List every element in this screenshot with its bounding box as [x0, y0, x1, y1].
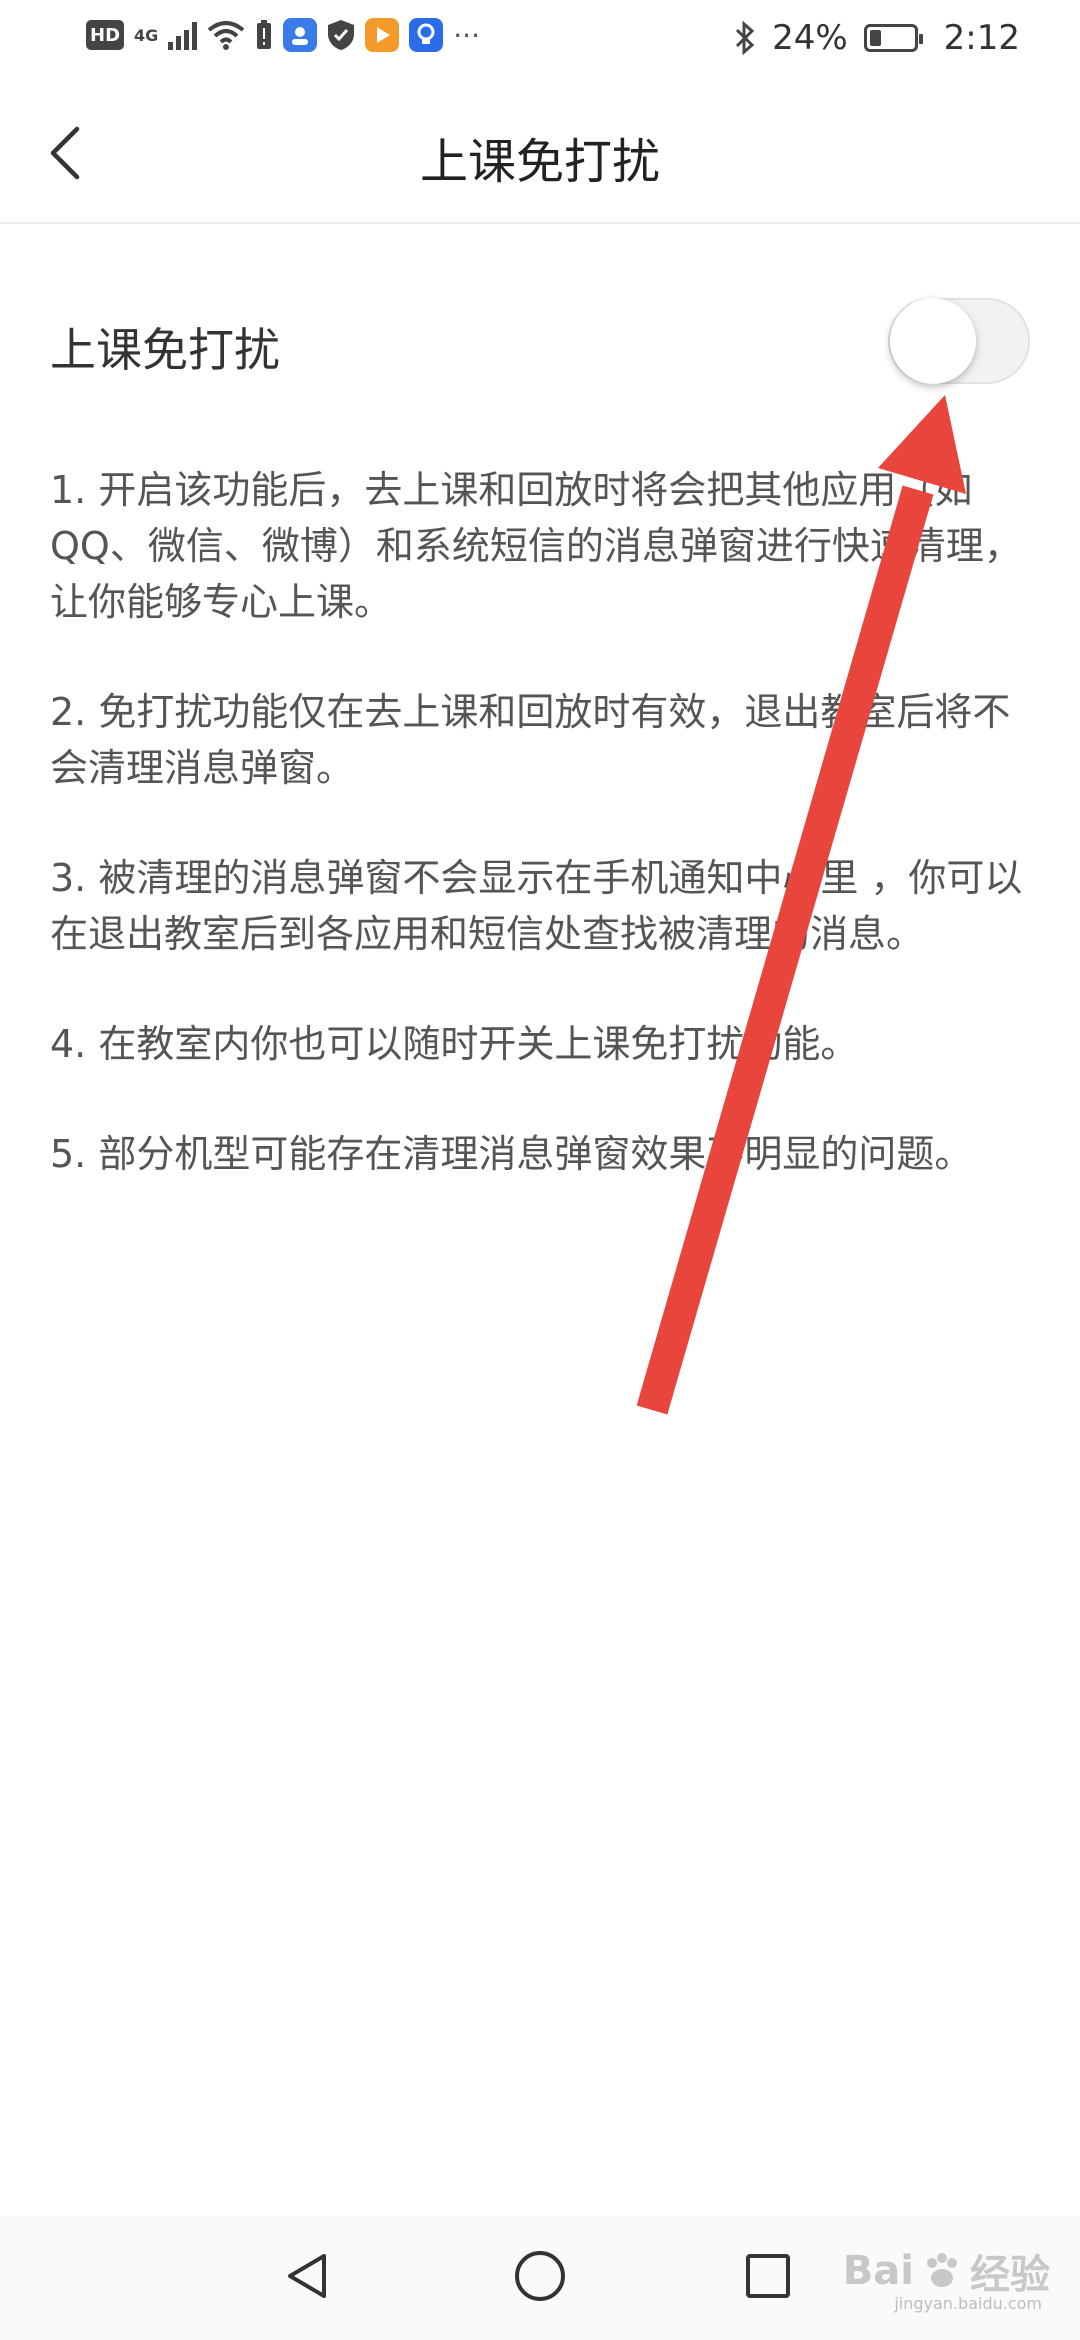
- status-bar: HD 4G ··· 24% 2:12: [0, 0, 1080, 82]
- wifi-icon: [208, 21, 245, 50]
- recents-square-icon: [746, 2254, 790, 2298]
- description-item-4: 4. 在教室内你也可以随时开关上课免打扰功能。: [50, 1022, 859, 1066]
- screen: HD 4G ··· 24% 2:12 上课免打扰 上课免打扰 1. 开启该功能后…: [0, 0, 1080, 2340]
- toggle-knob: [890, 298, 976, 384]
- page-title: 上课免打扰: [419, 134, 660, 190]
- hd-icon: HD: [86, 20, 125, 50]
- watermark-brand-cn: 经验: [970, 2252, 1050, 2298]
- app-header: 上课免打扰: [0, 82, 1080, 224]
- bluetooth-icon: [736, 21, 755, 55]
- description-item-1: 1. 开启该功能后，去上课和回放时将会把其他应用（如QQ、微信、微博）和系统短信…: [50, 468, 1022, 624]
- network-label: 4G: [134, 25, 159, 45]
- description-item-3: 3. 被清理的消息弹窗不会显示在手机通知中心里 ，你可以在退出教室后到各应用和短…: [50, 856, 1023, 956]
- setting-row-do-not-disturb: 上课免打扰: [50, 290, 1030, 398]
- nav-back-button[interactable]: [268, 2236, 348, 2316]
- video-app-icon: [365, 18, 400, 52]
- description-item-2: 2. 免打扰功能仅在去上课和回放时有效，退出教室后将不会清理消息弹窗。: [50, 690, 1011, 790]
- home-circle-icon: [515, 2251, 565, 2301]
- battery-percent: 24%: [772, 18, 848, 58]
- setting-label: 上课免打扰: [50, 323, 280, 377]
- paw-icon: [927, 2253, 957, 2287]
- app-icon-blue: [283, 18, 318, 52]
- clock: 2:12: [943, 18, 1020, 58]
- baidu-watermark: Bai 经验 jingyan.baidu.com: [842, 2242, 1050, 2313]
- battery-icon: [863, 24, 923, 52]
- lightbulb-app-icon: [409, 18, 444, 52]
- watermark-brand: Bai: [842, 2248, 914, 2294]
- nav-home-button[interactable]: [500, 2236, 580, 2316]
- battery-alert-icon: [257, 20, 272, 49]
- watermark-url: jingyan.baidu.com: [894, 2294, 1042, 2313]
- status-right: 24% 2:12: [734, 18, 1020, 58]
- do-not-disturb-toggle[interactable]: [888, 298, 1030, 384]
- status-left: HD 4G ···: [86, 18, 480, 52]
- description: 1. 开启该功能后，去上课和回放时将会把其他应用（如QQ、微信、微博）和系统短信…: [50, 462, 1030, 1236]
- signal-icon: [168, 20, 198, 50]
- back-triangle-icon: [288, 2254, 326, 2298]
- more-notifications: ···: [453, 18, 480, 52]
- system-nav-bar: Bai 经验 jingyan.baidu.com: [0, 2216, 1080, 2340]
- nav-recents-button[interactable]: [728, 2236, 808, 2316]
- description-item-5: 5. 部分机型可能存在清理消息弹窗效果不明显的问题。: [50, 1132, 973, 1176]
- shield-icon: [328, 20, 355, 50]
